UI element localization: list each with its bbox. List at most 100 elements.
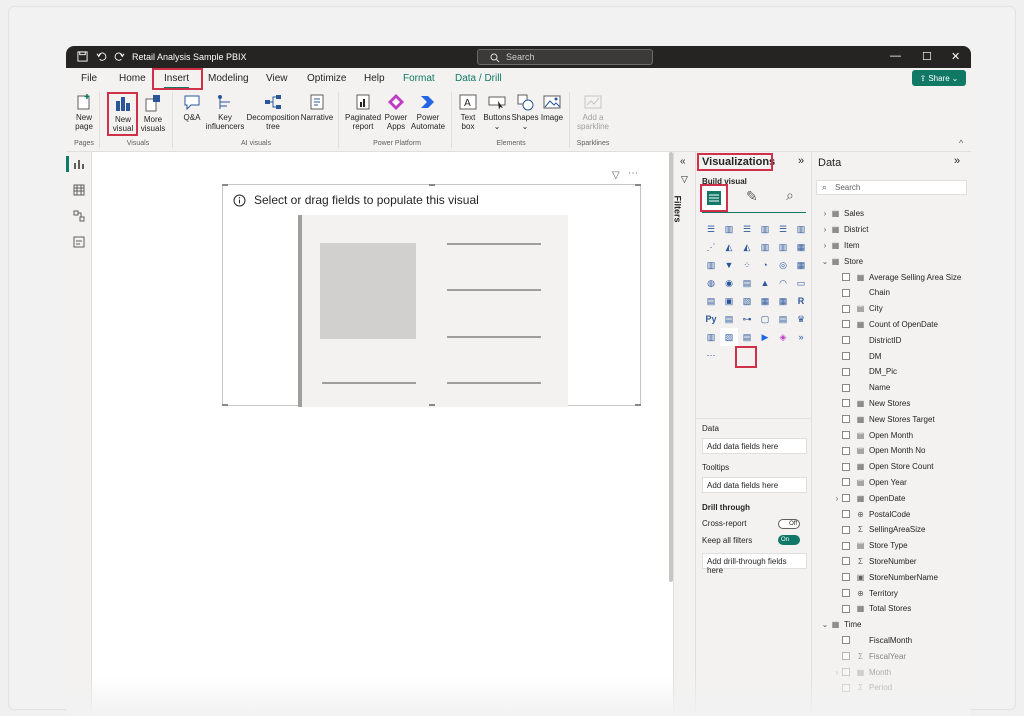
keep-all-filters-toggle[interactable]: On — [778, 535, 800, 545]
tab-format[interactable]: Format — [403, 73, 435, 84]
power-apps-button[interactable]: Power Apps — [383, 93, 409, 131]
minimize-icon[interactable]: — — [890, 50, 901, 62]
expand-filters-icon[interactable]: « — [680, 156, 686, 167]
power-automate-icon[interactable]: ▶ — [756, 328, 774, 346]
field-item[interactable]: ▤ Store Type — [820, 538, 970, 554]
area-chart-icon[interactable]: ◭ — [720, 238, 738, 256]
field-checkbox[interactable] — [842, 589, 850, 598]
text-box-button[interactable]: A Text box — [456, 93, 480, 131]
tab-optimize[interactable]: Optimize — [307, 73, 346, 84]
tooltips-well[interactable]: Add data fields here — [702, 477, 807, 493]
field-item[interactable]: ⊕ Territory — [820, 585, 970, 601]
donut-chart-icon[interactable]: ◎ — [774, 256, 792, 274]
field-checkbox[interactable] — [842, 494, 850, 503]
field-checkbox[interactable] — [842, 541, 850, 550]
tab-modeling[interactable]: Modeling — [208, 73, 249, 84]
share-button[interactable]: ⇪ Share ⌄ — [912, 70, 966, 86]
table-item[interactable]: › ▦ District — [820, 222, 970, 238]
map-icon[interactable]: ◍ — [702, 274, 720, 292]
field-item[interactable]: ▦ Count of OpenDate — [820, 317, 970, 333]
field-item[interactable]: Σ StoreNumber — [820, 554, 970, 570]
field-checkbox[interactable] — [842, 320, 850, 329]
tab-data-drill[interactable]: Data / Drill — [455, 73, 502, 84]
field-checkbox[interactable] — [842, 431, 850, 440]
table-item[interactable]: › ▦ Item — [820, 238, 970, 254]
resize-handle[interactable] — [222, 184, 228, 186]
field-checkbox[interactable] — [842, 462, 850, 471]
table-icon[interactable]: ▦ — [756, 292, 774, 310]
collapse-viz-icon[interactable]: » — [798, 155, 804, 167]
field-checkbox[interactable] — [842, 557, 850, 566]
field-checkbox[interactable] — [842, 604, 850, 613]
resize-handle[interactable] — [635, 184, 641, 186]
key-influencers-icon[interactable]: ▤ — [720, 310, 738, 328]
qa-button[interactable]: Q&A — [179, 93, 205, 122]
report-view-icon[interactable] — [73, 158, 85, 170]
field-item[interactable]: ▦ Average Selling Area Size — [820, 269, 970, 285]
field-item[interactable]: ▤ City — [820, 301, 970, 317]
r-visual-icon[interactable]: R — [792, 292, 810, 310]
paginated-report-icon[interactable]: ▥ — [702, 328, 720, 346]
more-visuals-icon[interactable]: » — [792, 328, 810, 346]
tab-file[interactable]: File — [81, 73, 97, 84]
redo-icon[interactable] — [114, 51, 125, 62]
resize-handle[interactable] — [635, 404, 641, 406]
field-checkbox[interactable] — [842, 352, 850, 361]
analytics-icon[interactable]: ⌕ — [786, 187, 794, 204]
clustered-bar-chart-icon[interactable]: ☰ — [738, 220, 756, 238]
smart-narrative-icon[interactable]: ▤ — [774, 310, 792, 328]
chevron-down-icon[interactable]: ⌄ — [820, 620, 830, 629]
close-icon[interactable]: ✕ — [951, 50, 960, 63]
field-checkbox[interactable] — [842, 383, 850, 392]
slicer-icon[interactable]: ▧ — [738, 292, 756, 310]
field-item[interactable]: DistrictID — [820, 332, 970, 348]
python-visual-icon[interactable]: Py — [702, 310, 720, 328]
image-button[interactable]: Image — [539, 93, 565, 122]
field-checkbox[interactable] — [842, 446, 850, 455]
save-icon[interactable] — [77, 51, 88, 62]
field-checkbox[interactable] — [842, 636, 850, 645]
ribbon-chart-icon[interactable]: ▦ — [792, 238, 810, 256]
field-checkbox[interactable] — [842, 399, 850, 408]
tab-view[interactable]: View — [266, 73, 288, 84]
chevron-down-icon[interactable]: ⌄ — [820, 257, 830, 266]
decomposition-tree-icon[interactable]: ⊶ — [738, 310, 756, 328]
buttons-button[interactable]: Buttons ⌄ — [483, 93, 511, 131]
key-influencers-button[interactable]: Key influencers — [206, 93, 244, 131]
filter-icon[interactable]: ▽ — [612, 170, 620, 181]
stacked-bar-chart-icon[interactable]: ☰ — [702, 220, 720, 238]
data-search-input[interactable]: ⌕ Search — [816, 180, 967, 195]
azure-map-icon[interactable]: ▲ — [756, 274, 774, 292]
collapse-data-icon[interactable]: » — [954, 155, 960, 167]
field-checkbox[interactable] — [842, 573, 850, 582]
new-page-button[interactable]: New page — [73, 93, 95, 131]
field-checkbox[interactable] — [842, 510, 850, 519]
field-item[interactable]: ▣ StoreNumberName — [820, 569, 970, 585]
cross-report-toggle[interactable]: Off — [778, 519, 800, 529]
card-icon[interactable]: ▭ — [792, 274, 810, 292]
more-visuals-button[interactable]: More visuals — [139, 93, 167, 133]
resize-handle[interactable] — [429, 404, 435, 406]
shapes-button[interactable]: Shapes ⌄ — [511, 93, 539, 131]
filters-pane-collapsed[interactable]: « ▽ Filters — [673, 152, 695, 716]
matrix-icon[interactable]: ▦ — [774, 292, 792, 310]
line-chart-icon[interactable]: ⋰ — [702, 238, 720, 256]
field-item[interactable]: ▤ Open Month — [820, 427, 970, 443]
field-item[interactable]: Name — [820, 380, 970, 396]
field-checkbox[interactable] — [842, 415, 850, 424]
field-item[interactable]: Chain — [820, 285, 970, 301]
more-options-icon[interactable]: ⋯ — [628, 168, 638, 179]
line-clustered-column-icon[interactable]: ▥ — [774, 238, 792, 256]
filled-map-icon[interactable]: ◉ — [720, 274, 738, 292]
collapse-ribbon-icon[interactable]: ^ — [959, 138, 963, 148]
report-canvas[interactable]: ▽ ⋯ Select or drag fields to populate th… — [92, 152, 670, 716]
paginated-report-button[interactable]: Paginated report — [345, 93, 381, 131]
power-apps-icon[interactable]: ◈ — [774, 328, 792, 346]
100-stacked-column-chart-icon[interactable]: ▥ — [792, 220, 810, 238]
multi-row-card-icon[interactable]: ▤ — [702, 292, 720, 310]
empty-visual[interactable]: Select or drag fields to populate this v… — [222, 184, 641, 407]
card-new-icon[interactable]: ▨ — [720, 328, 738, 346]
narrative-button[interactable]: Narrative — [301, 93, 333, 122]
field-item[interactable]: ▤ Open Month No — [820, 443, 970, 459]
dax-query-view-icon[interactable] — [73, 236, 85, 248]
